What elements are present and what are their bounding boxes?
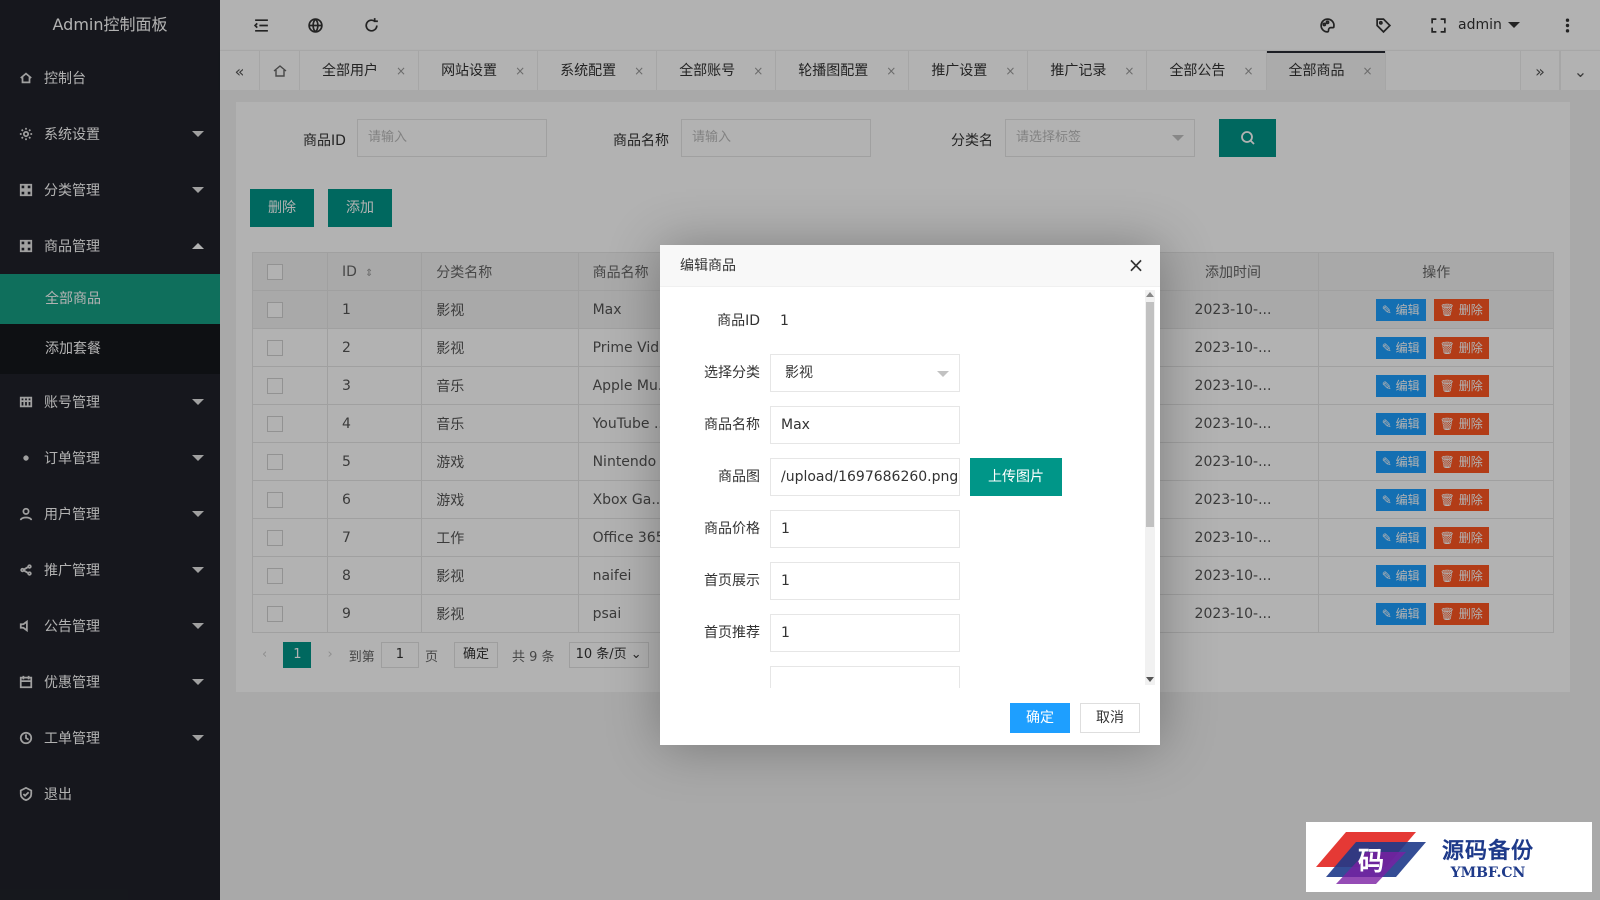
field-category: 选择分类 影视 (660, 354, 1145, 392)
close-icon[interactable]: × (1126, 255, 1146, 275)
edit-goods-modal: 编辑商品 × 商品ID 1 选择分类 影视 商品名称 Max 商品图 /uplo… (660, 245, 1160, 745)
watermark-cn: 源码备份 (1442, 838, 1535, 864)
field-price-label: 商品价格 (704, 521, 760, 537)
watermark-logo: 码 源码备份 YMBF.CN (1306, 822, 1592, 892)
watermark-emblem: 码 (1316, 832, 1426, 884)
category-select-value: 影视 (785, 365, 813, 381)
home-show-input[interactable]: 1 (770, 562, 960, 600)
watermark-glyph: 码 (1358, 847, 1384, 877)
scroll-down-icon[interactable] (1146, 677, 1154, 682)
modal-scrollbar[interactable] (1145, 290, 1155, 685)
confirm-button[interactable]: 确定 (1010, 703, 1070, 733)
field-next (660, 666, 1145, 688)
scroll-up-icon[interactable] (1146, 292, 1154, 297)
modal-title: 编辑商品 (660, 245, 1160, 287)
modal-footer: 确定 取消 (1000, 703, 1140, 733)
next-field-input[interactable] (770, 666, 960, 688)
field-name: 商品名称 Max (660, 406, 1145, 444)
watermark-en: YMBF.CN (1450, 865, 1526, 881)
field-id-label: 商品ID (717, 313, 760, 329)
field-home-show: 首页展示 1 (660, 562, 1145, 600)
upload-image-button[interactable]: 上传图片 (970, 458, 1062, 496)
cancel-button[interactable]: 取消 (1080, 703, 1140, 733)
image-input[interactable]: /upload/1697686260.png (770, 458, 960, 496)
modal-body: 商品ID 1 选择分类 影视 商品名称 Max 商品图 /upload/1697… (660, 288, 1145, 688)
field-id: 商品ID 1 (660, 302, 1145, 340)
field-id-value: 1 (780, 313, 789, 329)
field-home-recommend-label: 首页推荐 (704, 625, 760, 641)
caret-down-icon (937, 371, 949, 377)
field-home-recommend: 首页推荐 1 (660, 614, 1145, 652)
category-select[interactable]: 影视 (770, 354, 960, 392)
name-input[interactable]: Max (770, 406, 960, 444)
field-category-label: 选择分类 (704, 365, 760, 381)
field-price: 商品价格 1 (660, 510, 1145, 548)
scrollbar-thumb[interactable] (1146, 302, 1154, 527)
price-input[interactable]: 1 (770, 510, 960, 548)
field-home-show-label: 首页展示 (704, 573, 760, 589)
field-image-label: 商品图 (718, 469, 760, 485)
field-name-label: 商品名称 (704, 417, 760, 433)
field-image: 商品图 /upload/1697686260.png 上传图片 (660, 458, 1145, 496)
home-recommend-input[interactable]: 1 (770, 614, 960, 652)
